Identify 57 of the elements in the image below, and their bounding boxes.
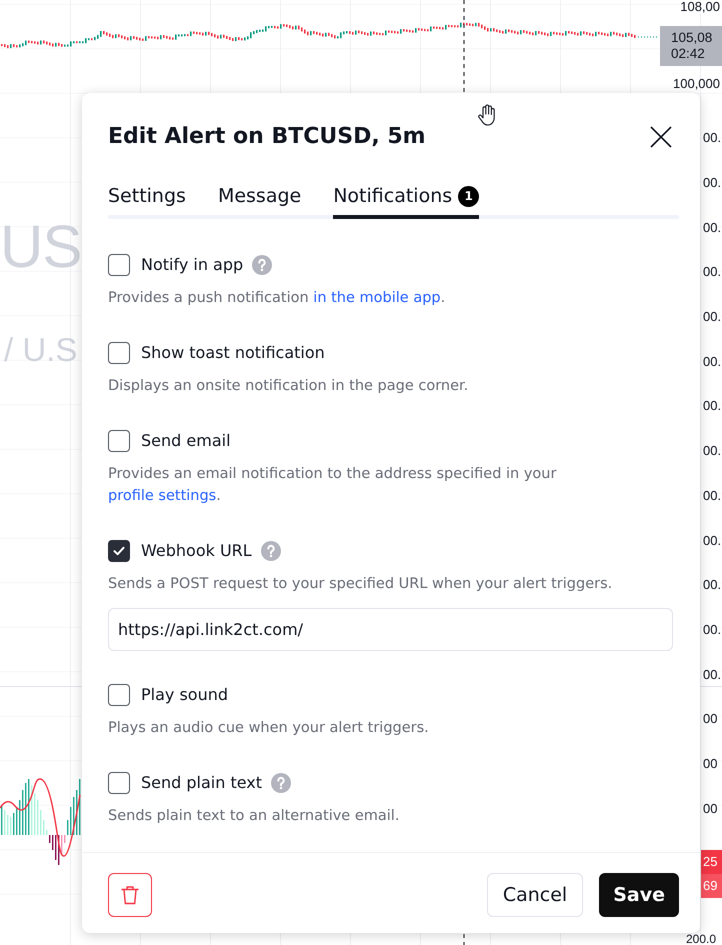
option-description: Displays an onsite notification in the page corner. — [108, 377, 470, 396]
option-label: Send email — [141, 430, 231, 452]
option-description: Provides a push notification in the mobile app. — [108, 289, 446, 308]
tab[interactable]: Message — [218, 184, 302, 219]
url-field[interactable]: https://api.link2ct.com/ — [108, 608, 673, 651]
checkbox[interactable] — [108, 342, 130, 364]
price-axis-label: 108,00 — [680, 0, 720, 14]
price-axis-label: 00. — [703, 176, 722, 190]
indicator-axis-label: 00 — [703, 756, 718, 771]
tab[interactable]: Notifications 1 — [333, 184, 480, 219]
price-axis-label: 00. — [703, 131, 722, 146]
indicator-value-tag: 25 — [701, 850, 722, 874]
price-axis-label: 00. — [703, 534, 722, 548]
checkbox[interactable] — [108, 254, 130, 276]
checkbox[interactable] — [108, 540, 130, 562]
option-label: Show toast notification — [141, 342, 325, 364]
price-value: 105,08 — [671, 30, 714, 46]
indicator-value-tag: 69 — [701, 874, 722, 898]
option-label: Play sound — [141, 684, 228, 706]
delete-button[interactable] — [108, 873, 152, 917]
countdown-timer: 02:42 — [671, 46, 706, 62]
dialog-title: Edit Alert on BTCUSD, 5m — [108, 123, 426, 151]
price-axis-label: 00. — [703, 354, 722, 369]
price-axis-label: 00. — [703, 578, 722, 592]
description-link[interactable]: in the mobile app — [313, 290, 441, 306]
price-axis-label: 00. — [703, 488, 722, 503]
checkbox[interactable] — [108, 684, 130, 706]
option-description: Provides an email notification to the address specified in your profile settings. — [108, 465, 558, 506]
price-axis-label: 00. — [703, 668, 722, 682]
count-badge: 1 — [458, 186, 480, 206]
option-label: Send plain text — [141, 772, 262, 794]
option-description: Plays an audio cue when your alert triggers. — [108, 719, 430, 738]
price-axis-label: 00. — [703, 399, 722, 414]
price-axis-label: 00. — [703, 220, 722, 235]
option-description: Sends plain text to an alternative email. — [108, 807, 400, 826]
indicator-axis-label: 00 — [703, 712, 718, 726]
price-axis-label: 00. — [703, 444, 722, 458]
close-button[interactable] — [650, 126, 672, 148]
price-axis-label: 00. — [703, 265, 722, 280]
price-axis-label: 100,000 — [673, 77, 720, 91]
checkbox[interactable] — [108, 430, 130, 452]
option-label: Notify in app — [141, 254, 244, 276]
cancel-button[interactable]: Cancel — [486, 873, 584, 917]
option-description: Sends a POST request to your specified URL when your alert triggers. — [108, 575, 614, 594]
price-axis-label: 00. — [703, 310, 722, 324]
crosshair-line — [463, 934, 465, 945]
tab[interactable]: Settings — [108, 184, 186, 219]
hand-cursor-icon — [478, 104, 497, 126]
save-button[interactable]: Save — [599, 873, 679, 917]
checkbox[interactable] — [108, 772, 130, 794]
description-link[interactable]: profile settings — [108, 488, 216, 504]
close-icon — [650, 126, 672, 148]
option-label: Webhook URL — [141, 540, 252, 562]
indicator-axis-label: 00 — [703, 802, 718, 816]
price-axis-label: 00. — [703, 622, 722, 637]
indicator-axis-label: 200.0 — [686, 933, 716, 945]
check-icon — [113, 546, 125, 556]
